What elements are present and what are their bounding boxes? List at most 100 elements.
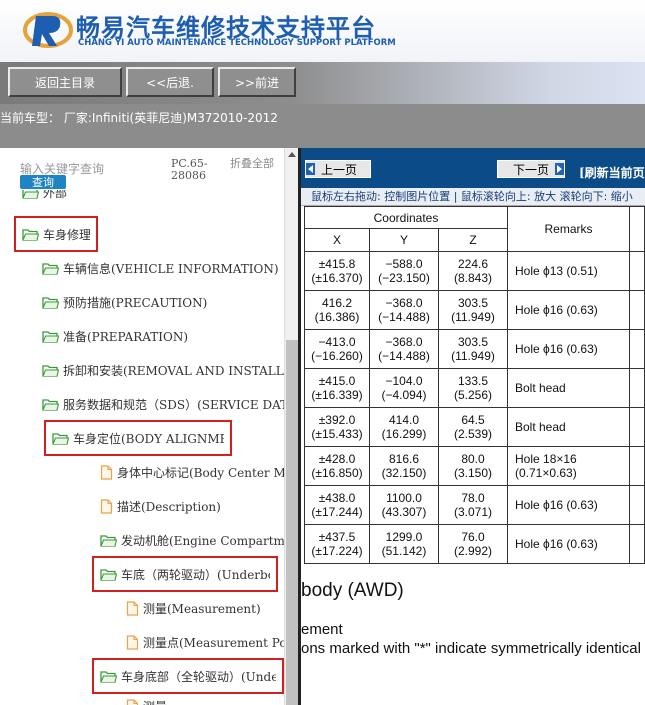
- z-cell: 64.5 (2.539): [438, 407, 508, 447]
- remarks-cell: Hole 18×16 (0.71×0.63): [507, 446, 630, 486]
- document-viewer: 上一页 下一页 [刷新当前页] 鼠标左右拖动: 控制图片位置 | 鼠标滚轮向上:…: [301, 148, 645, 705]
- y-cell: −368.0 (−14.488): [369, 290, 439, 330]
- tree-item[interactable]: 车身底部（全轮驱动）(Underbody (AWD)): [92, 658, 284, 694]
- tree-item-label: 拆卸和安装(REMOVAL AND INSTALLATION): [63, 363, 284, 378]
- tree-item-label: 发动机舱(Engine Compartment): [121, 533, 284, 548]
- remarks-cell: Hole ϕ16 (0.63): [507, 290, 630, 330]
- refresh-page-link[interactable]: [刷新当前页]: [579, 164, 645, 181]
- tree-item[interactable]: 身体中心标记(Body Center Marks): [100, 462, 284, 482]
- tree-item[interactable]: 车底（两轮驱动）(Underbody (2WD)): [92, 556, 278, 592]
- folder-open-icon: [42, 364, 63, 377]
- tree-item[interactable]: 准备(PREPARATION): [42, 326, 188, 346]
- folder-open-icon: [42, 330, 63, 343]
- remarks-cell: Bolt head: [507, 368, 630, 408]
- table-row: ±438.0 (±17.244) 1100.0 (43.307) 78.0 (3.071)…: [304, 485, 645, 525]
- y-cell: 1299.0 (51.142): [369, 524, 439, 564]
- tree-item[interactable]: 测量(Measurement): [126, 598, 261, 618]
- tree-item[interactable]: 服务数据和规范（SDS）(SERVICE DATA AND SPECIFICAT…: [42, 394, 284, 414]
- tree-item-label: 测量: [143, 698, 167, 705]
- tree-item[interactable]: 车身修理: [14, 216, 98, 252]
- current-model-label: 当前车型： 厂家:Infiniti(英菲尼迪)M372010-2012: [0, 111, 278, 125]
- sidebar-scrollbar[interactable]: [284, 148, 299, 705]
- folder-open-icon: [42, 398, 63, 411]
- remarks-cell: Hole ϕ16 (0.63): [507, 329, 630, 369]
- tree-item-label: 车底（两轮驱动）(Underbody (2WD)): [121, 567, 270, 582]
- z-cell: 76.0 (2.992): [438, 524, 508, 564]
- tree-item[interactable]: 车身定位(BODY ALIGNMENT): [44, 420, 232, 456]
- table-row: ±428.0 (±16.850) 816.6 (32.150) 80.0 (3.150) H…: [304, 446, 645, 486]
- x-cell: −413.0 (−16.260): [304, 329, 370, 369]
- sidebar: 输入关键字查询 查询 PC.65-28086 折叠全部 外部 车身修理 车辆信息(V…: [0, 148, 300, 705]
- cy-logo-icon: [23, 12, 73, 48]
- tree-item-label: 外部: [43, 190, 68, 200]
- extra-cell: [629, 251, 645, 291]
- x-cell: 416.2 (16.386): [304, 290, 370, 330]
- tree-item[interactable]: 车辆信息(VEHICLE INFORMATION): [42, 258, 279, 278]
- tree-item[interactable]: 测量: [126, 696, 167, 705]
- document-page[interactable]: Coordinates Remarks X Y Z ±415.8 (±16.370…: [301, 206, 645, 705]
- remarks-cell: Hole ϕ16 (0.63): [507, 485, 630, 525]
- x-cell: ±415.0 (±16.339): [304, 368, 370, 408]
- table-row: 416.2 (16.386) −368.0 (−14.488) 303.5 (11.949…: [304, 290, 645, 330]
- tree-item[interactable]: 描述(Description): [100, 496, 221, 516]
- model-info-bar: 当前车型： 厂家:Infiniti(英菲尼迪)M372010-2012: [0, 104, 645, 148]
- y-cell: −104.0 (−4.094): [369, 368, 439, 408]
- coordinates-header: Coordinates: [304, 206, 508, 229]
- folder-open-icon: [100, 670, 121, 683]
- tree-item[interactable]: 预防措施(PRECAUTION): [42, 292, 207, 312]
- x-cell: ±428.0 (±16.850): [304, 446, 370, 486]
- z-cell: 78.0 (3.071): [438, 485, 508, 525]
- scrollbar-thumb[interactable]: [286, 340, 298, 705]
- x-cell: ±438.0 (±17.244): [304, 485, 370, 525]
- coordinates-body: ±415.8 (±16.370) −588.0 (−23.150) 224.6 (8.84…: [304, 251, 645, 564]
- table-row: ±437.5 (±17.224) 1299.0 (51.142) 76.0 (2.992)…: [304, 524, 645, 564]
- tree-item-label: 车辆信息(VEHICLE INFORMATION): [63, 261, 279, 276]
- y-cell: −588.0 (−23.150): [369, 251, 439, 291]
- z-cell: 133.5 (5.256): [438, 368, 508, 408]
- remarks-cell: Hole ϕ13 (0.51): [507, 251, 630, 291]
- tree-item[interactable]: 拆卸和安装(REMOVAL AND INSTALLATION): [42, 360, 284, 380]
- prev-page-label: 上一页: [321, 162, 358, 177]
- tree-item-label: 身体中心标记(Body Center Marks): [117, 465, 284, 480]
- forward-button[interactable]: >>前进: [218, 67, 296, 97]
- scroll-up-arrow-icon[interactable]: [288, 152, 296, 157]
- next-arrow-icon: [555, 163, 564, 175]
- extra-cell: [629, 290, 645, 330]
- doc-heading: body (AWD): [301, 580, 404, 601]
- tree-item[interactable]: 测量点(Measurement Points): [126, 632, 284, 652]
- prev-arrow-icon: [306, 163, 315, 175]
- folder-open-icon: [100, 534, 121, 547]
- back-to-main-button[interactable]: 返回主目录: [8, 67, 122, 97]
- extra-cell: [629, 368, 645, 408]
- back-button[interactable]: <<后退.: [126, 67, 214, 97]
- table-row: ±415.8 (±16.370) −588.0 (−23.150) 224.6 (8.84…: [304, 251, 645, 291]
- y-cell: 816.6 (32.150): [369, 446, 439, 486]
- z-cell: 303.5 (11.949): [438, 290, 508, 330]
- coordinates-table: Coordinates Remarks X Y Z ±415.8 (±16.370…: [304, 206, 645, 564]
- x-cell: ±415.8 (±16.370): [304, 251, 370, 291]
- tree-item-label: 测量点(Measurement Points): [143, 635, 284, 650]
- prev-page-button[interactable]: 上一页: [305, 160, 371, 178]
- document-icon: [100, 498, 117, 514]
- document-icon: [126, 600, 143, 616]
- tree-item-label: 测量(Measurement): [143, 601, 261, 616]
- document-icon: [126, 698, 143, 705]
- extra-cell: [629, 329, 645, 369]
- extra-cell: [629, 446, 645, 486]
- x-cell: ±392.0 (±15.433): [304, 407, 370, 447]
- next-page-label: 下一页: [512, 162, 549, 177]
- extra-cell: [629, 407, 645, 447]
- remarks-cell: Bolt head: [507, 407, 630, 447]
- folder-open-icon: [42, 296, 63, 309]
- document-icon: [126, 634, 143, 650]
- folder-open-icon: [22, 228, 43, 241]
- fold-all-link[interactable]: 折叠全部: [230, 158, 274, 170]
- tree-item[interactable]: 外部: [22, 190, 67, 202]
- search-button[interactable]: 查询: [20, 175, 66, 189]
- toolbar: 返回主目录 <<后退. >>前进: [0, 62, 645, 104]
- pc-code-label: PC.65-28086: [171, 157, 208, 182]
- tree-item-label: 车身修理: [43, 227, 90, 242]
- folder-open-icon: [42, 262, 63, 275]
- tree-item[interactable]: 发动机舱(Engine Compartment): [100, 530, 284, 550]
- next-page-button[interactable]: 下一页: [497, 160, 565, 178]
